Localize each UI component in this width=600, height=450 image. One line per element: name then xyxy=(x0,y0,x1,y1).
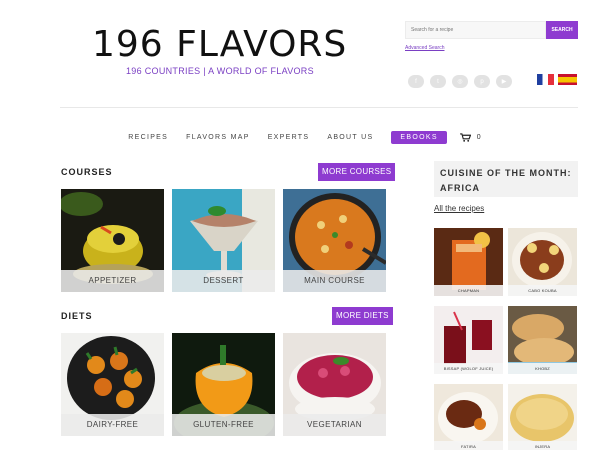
card-dairy-free[interactable]: DAIRY-FREE xyxy=(61,333,164,436)
youtube-icon[interactable]: ▶ xyxy=(496,75,512,88)
card-label: APPETIZER xyxy=(61,270,164,292)
facebook-icon[interactable]: f xyxy=(408,75,424,88)
recipe-khobz[interactable]: KHOBZ xyxy=(508,306,577,374)
recipe-label: CHAPMAN xyxy=(434,285,503,296)
card-label: MAIN COURSE xyxy=(283,270,386,292)
card-label: VEGETARIAN xyxy=(283,414,386,436)
advanced-search-link[interactable]: Advanced Search xyxy=(405,45,444,51)
header-divider xyxy=(60,107,578,108)
twitter-icon[interactable]: t xyxy=(430,75,446,88)
spanish-flag-icon[interactable] xyxy=(558,74,577,85)
recipe-label: FATIRA xyxy=(434,441,503,450)
recipe-fatira[interactable]: FATIRA xyxy=(434,384,503,450)
recipe-label: KHOBZ xyxy=(508,363,577,374)
card-vegetarian[interactable]: VEGETARIAN xyxy=(283,333,386,436)
diets-title: DIETS xyxy=(61,311,93,321)
search-button[interactable]: SEARCH xyxy=(546,21,578,39)
cart-icon xyxy=(459,133,471,142)
recipe-label: BISSAP (WOLOF JUICE) xyxy=(434,363,503,374)
search-input[interactable] xyxy=(405,21,546,39)
card-gluten-free[interactable]: GLUTEN-FREE xyxy=(172,333,275,436)
nav-about-us[interactable]: ABOUT US xyxy=(327,134,373,141)
recipe-label: CABO KOUBA xyxy=(508,285,577,296)
card-label: GLUTEN-FREE xyxy=(172,414,275,436)
recipe-cabo-kouba[interactable]: CABO KOUBA xyxy=(508,228,577,296)
cuisine-of-month-title: CUISINE OF THE MONTH: AFRICA xyxy=(440,168,572,193)
nav-flavors-map[interactable]: FLAVORS MAP xyxy=(186,134,250,141)
site-logo[interactable]: 196 FLAVORS xyxy=(92,24,347,65)
recipe-bissap[interactable]: BISSAP (WOLOF JUICE) xyxy=(434,306,503,374)
card-appetizer[interactable]: APPETIZER xyxy=(61,189,164,292)
nav-ebooks[interactable]: EBOOKS xyxy=(391,131,447,144)
french-flag-icon[interactable] xyxy=(537,74,554,85)
site-tagline: 196 COUNTRIES | A WORLD OF FLAVORS xyxy=(126,66,314,76)
cart-count: 0 xyxy=(476,134,481,141)
card-label: DESSERT xyxy=(172,270,275,292)
card-dessert[interactable]: DESSERT xyxy=(172,189,275,292)
instagram-icon[interactable]: ◎ xyxy=(452,75,468,88)
cart-link[interactable]: 0 xyxy=(459,133,481,142)
main-nav: RECIPES FLAVORS MAP EXPERTS ABOUT US EBO… xyxy=(0,131,600,144)
language-switcher xyxy=(537,74,577,85)
courses-title: COURSES xyxy=(61,167,113,177)
social-links: f t ◎ p ▶ xyxy=(408,75,512,88)
recipe-label: INJERA xyxy=(508,441,577,450)
all-recipes-link[interactable]: All the recipes xyxy=(434,204,484,213)
more-diets-button[interactable]: MORE DIETS xyxy=(332,307,393,325)
recipe-chapman[interactable]: CHAPMAN xyxy=(434,228,503,296)
nav-experts[interactable]: EXPERTS xyxy=(268,134,310,141)
recipe-injera[interactable]: INJERA xyxy=(508,384,577,450)
more-courses-button[interactable]: MORE COURSES xyxy=(318,163,396,181)
nav-recipes[interactable]: RECIPES xyxy=(128,134,168,141)
pinterest-icon[interactable]: p xyxy=(474,75,490,88)
card-main-course[interactable]: MAIN COURSE xyxy=(283,189,386,292)
card-label: DAIRY-FREE xyxy=(61,414,164,436)
